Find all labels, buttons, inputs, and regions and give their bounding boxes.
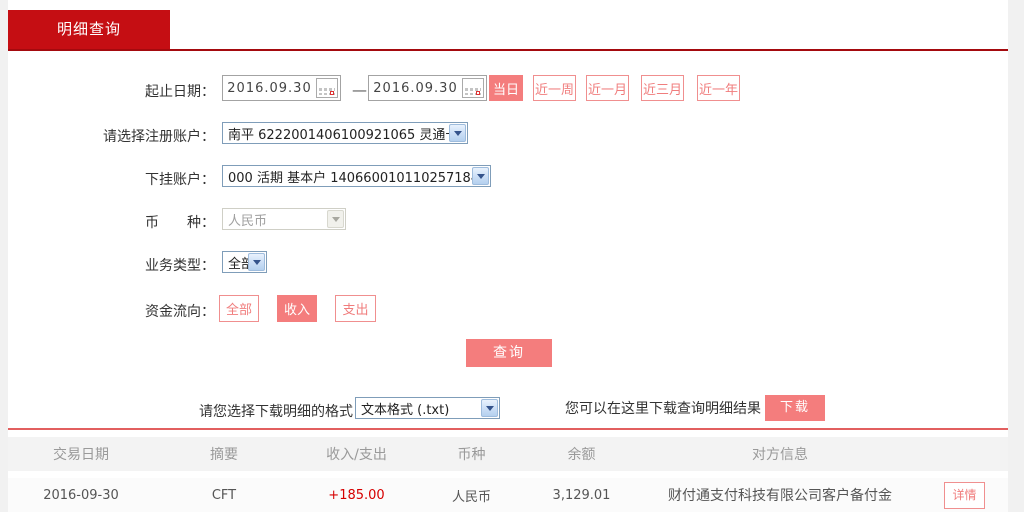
- fund-flow-label: 资金流向：: [8, 301, 215, 321]
- date-separator: —: [352, 81, 367, 99]
- quick-range-year-button[interactable]: 近一年: [697, 75, 740, 101]
- chevron-down-icon: [472, 167, 489, 185]
- download-format-label: 请您选择下载明细的格式: [8, 401, 353, 421]
- table-header: 币种: [419, 444, 524, 464]
- cell-balance: 3,129.01: [524, 488, 639, 503]
- quick-range-today-button[interactable]: 当日: [489, 75, 523, 101]
- registered-account-value: 南平 6222001406100921065 灵通卡: [228, 124, 458, 143]
- currency-label: 币 种：: [8, 212, 215, 232]
- registered-account-label: 请选择注册账户：: [8, 126, 215, 146]
- table-row: 2016-09-30 CFT +185.00 人民币 3,129.01 财付通支…: [8, 478, 1008, 512]
- download-hint: 您可以在这里下载查询明细结果: [565, 396, 761, 422]
- quick-range-week-button[interactable]: 近一周: [533, 75, 576, 101]
- business-type-label: 业务类型：: [8, 255, 215, 275]
- table-header: 对方信息: [639, 444, 921, 464]
- quick-range-3months-button[interactable]: 近三月: [641, 75, 684, 101]
- calendar-icon[interactable]: [316, 78, 338, 98]
- tab-detail-query[interactable]: 明细查询: [8, 10, 170, 49]
- calendar-icon[interactable]: [462, 78, 484, 98]
- date-range-label: 起止日期：: [8, 81, 215, 101]
- business-type-select[interactable]: 全部: [222, 251, 267, 273]
- tab-underline: [8, 49, 1008, 51]
- chevron-down-icon: [481, 399, 498, 417]
- sub-account-select[interactable]: 000 活期 基本户 1406600101102571848: [222, 165, 491, 187]
- registered-account-select[interactable]: 南平 6222001406100921065 灵通卡: [222, 122, 468, 144]
- fund-flow-all-button[interactable]: 全部: [219, 295, 259, 322]
- table-header-row: 交易日期 摘要 收入/支出 币种 余额 对方信息: [8, 437, 1008, 471]
- content-panel: 明细查询 起止日期： 2016.09.30 — 2016.09.30 当日 近一…: [8, 0, 1008, 512]
- sub-account-value: 000 活期 基本户 1406600101102571848: [228, 167, 487, 186]
- download-button[interactable]: 下载: [765, 395, 825, 421]
- chevron-down-icon: [327, 210, 344, 228]
- cell-transaction-date: 2016-09-30: [8, 488, 154, 503]
- quick-range-month-button[interactable]: 近一月: [586, 75, 629, 101]
- detail-query-page: 明细查询 起止日期： 2016.09.30 — 2016.09.30 当日 近一…: [0, 0, 1024, 512]
- table-header: 余额: [524, 444, 639, 464]
- start-date-value: 2016.09.30: [223, 81, 316, 96]
- sub-account-label: 下挂账户：: [8, 169, 215, 189]
- query-button[interactable]: 查询: [466, 339, 552, 367]
- table-separator: [8, 428, 1008, 430]
- currency-value: 人民币: [228, 210, 267, 229]
- detail-button[interactable]: 详情: [944, 482, 985, 509]
- table-header: 交易日期: [8, 444, 154, 464]
- table-header: 摘要: [154, 444, 294, 464]
- cell-amount: +185.00: [294, 488, 419, 503]
- download-format-select[interactable]: 文本格式 (.txt): [355, 397, 500, 419]
- cell-currency: 人民币: [419, 486, 524, 505]
- chevron-down-icon: [248, 253, 265, 271]
- start-date-input[interactable]: 2016.09.30: [222, 75, 341, 101]
- end-date-value: 2016.09.30: [369, 81, 462, 96]
- download-format-value: 文本格式 (.txt): [361, 399, 449, 418]
- fund-flow-income-button[interactable]: 收入: [277, 295, 317, 322]
- cell-summary: CFT: [154, 488, 294, 503]
- table-header: 收入/支出: [294, 444, 419, 464]
- end-date-input[interactable]: 2016.09.30: [368, 75, 487, 101]
- currency-select: 人民币: [222, 208, 346, 230]
- chevron-down-icon: [449, 124, 466, 142]
- fund-flow-expense-button[interactable]: 支出: [335, 295, 376, 322]
- cell-counterparty: 财付通支付科技有限公司客户备付金: [639, 485, 921, 505]
